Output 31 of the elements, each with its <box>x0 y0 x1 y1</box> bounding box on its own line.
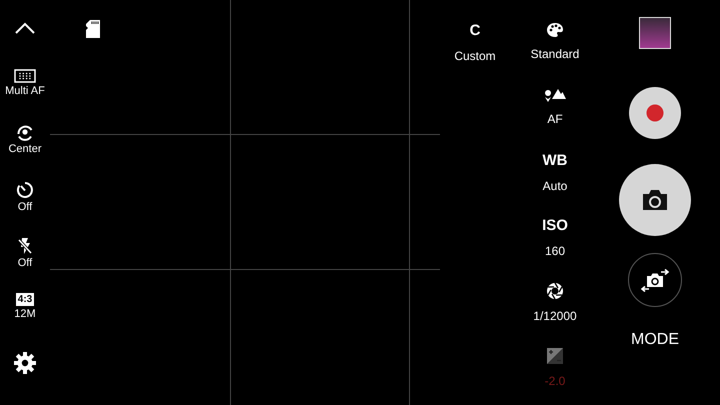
chevron-up-icon <box>15 22 35 34</box>
settings-icon <box>13 351 37 376</box>
camera-icon <box>641 189 669 211</box>
camera-switch-icon <box>640 268 670 292</box>
switch-camera-button[interactable] <box>628 253 682 307</box>
ratio-button[interactable]: 4:3 12M <box>14 293 36 320</box>
sd-card-icon <box>85 19 101 39</box>
record-button[interactable] <box>629 87 681 139</box>
record-icon <box>646 104 664 122</box>
mode-button[interactable]: MODE <box>627 327 683 353</box>
timer-button[interactable]: Off <box>16 181 34 214</box>
flash-off-icon <box>17 237 33 256</box>
setting-button[interactable]: ISO 160 <box>520 215 590 280</box>
focus-grid-icon <box>14 69 36 84</box>
setting-button[interactable]: Standard <box>520 20 590 85</box>
metering-icon <box>16 125 34 142</box>
setting-button[interactable]: 1/12000 <box>520 280 590 345</box>
setting-button[interactable]: WB Auto <box>520 150 590 215</box>
exposure-icon <box>546 347 564 365</box>
timer-icon <box>16 181 34 200</box>
af-area-button[interactable]: Multi AF <box>5 69 45 98</box>
metering-button[interactable]: Center <box>8 125 42 156</box>
gallery-thumbnail[interactable] <box>639 17 671 49</box>
collapse-button[interactable] <box>13 20 37 36</box>
setting-button[interactable]: AF <box>520 85 590 150</box>
aperture-icon <box>546 282 564 300</box>
setting-button[interactable]: C Custom <box>440 20 510 85</box>
flower-mountain-icon <box>543 87 567 103</box>
flash-button[interactable]: Off <box>17 237 33 270</box>
photo-placeholder <box>640 18 670 48</box>
aspect-ratio-badge: 4:3 <box>16 293 34 306</box>
